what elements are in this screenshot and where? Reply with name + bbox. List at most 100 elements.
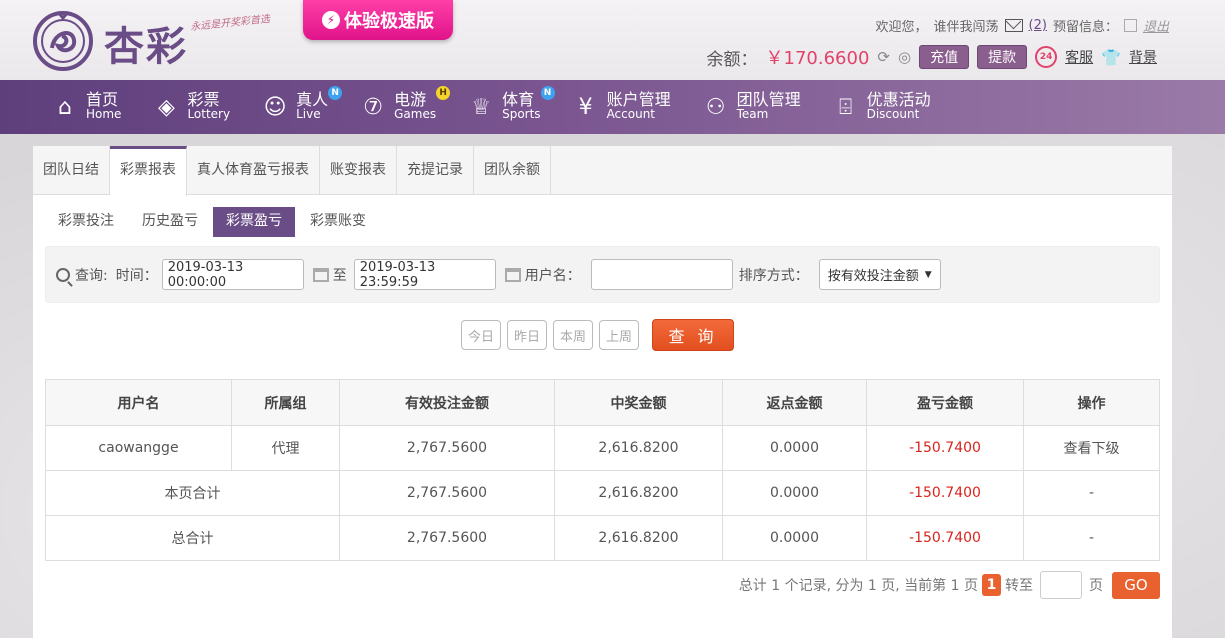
nav-sublabel: Games <box>394 107 437 121</box>
this-week-button[interactable]: 本周 <box>553 320 593 350</box>
subtab-lottery-changes[interactable]: 彩票账变 <box>297 207 379 237</box>
tab-team-daily[interactable]: 团队日结 <box>33 146 110 195</box>
customer-service-link[interactable]: 客服 <box>1065 47 1093 67</box>
logo-slogan: 永远是开奖彩首选 <box>189 13 271 34</box>
nav-item-games[interactable]: ⑦ 电游 Games H <box>360 86 451 122</box>
quick-date-row: 今日 昨日 本周 上周 查 询 <box>461 319 734 351</box>
search-icon <box>56 267 70 282</box>
speed-version-banner[interactable]: ⚡ 体验极速版 <box>303 0 453 40</box>
go-button[interactable]: GO <box>1112 571 1160 599</box>
calendar-icon[interactable] <box>504 267 521 282</box>
tab-balance-change-report[interactable]: 账变报表 <box>320 146 397 195</box>
background-link[interactable]: 背景 <box>1129 47 1157 67</box>
edit-icon[interactable] <box>1123 19 1137 32</box>
nav-label: 体育 <box>502 90 535 109</box>
trophy-icon: ♕ <box>471 94 491 120</box>
page-unit-label: 页 <box>1089 578 1103 594</box>
end-time-input[interactable]: 2019-03-13 23:59:59 <box>353 259 496 290</box>
logout-link[interactable]: 退出 <box>1143 16 1169 35</box>
lightning-icon: ⚡ <box>322 11 340 29</box>
page-total-row: 本页合计 2,767.5600 2,616.8200 0.0000 -150.7… <box>45 470 1160 516</box>
col-header: 操作 <box>1023 379 1160 426</box>
mail-icon[interactable] <box>1004 19 1023 32</box>
username-text: 谁伴我闯荡 <box>933 20 999 35</box>
cell-username: caowangge <box>45 425 232 471</box>
yesterday-button[interactable]: 昨日 <box>507 320 547 350</box>
nav-label: 账户管理 <box>606 90 671 109</box>
refresh-icon[interactable]: ⟳ <box>877 48 890 66</box>
customer-service-icon[interactable]: 24 <box>1035 46 1058 68</box>
nav-item-sports[interactable]: ♕ 体育 Sports N <box>468 86 555 122</box>
last-week-button[interactable]: 上周 <box>599 320 639 350</box>
username-input[interactable] <box>590 259 733 290</box>
team-users-icon: ⚇ <box>705 94 726 120</box>
logo-text[interactable]: 杏彩 <box>104 14 188 72</box>
subtab-lottery-profit[interactable]: 彩票盈亏 <box>213 207 295 237</box>
nav-sublabel: Account <box>606 107 656 121</box>
nav-sublabel: Lottery <box>187 107 231 121</box>
start-time-input[interactable]: 2019-03-13 00:00:00 <box>161 259 304 290</box>
user-info-bar: 欢迎您， 谁伴我闯荡 (2) 预留信息： 退出 <box>876 16 1169 35</box>
shirt-icon[interactable]: 👕 <box>1101 48 1121 67</box>
to-label: 至 <box>332 267 347 284</box>
main-nav: ⌂ 首页 Home ◈ 彩票 Lottery ☺ 真人 Live N ⑦ 电游 Game… <box>0 80 1225 134</box>
promo-label: 体验极速版 <box>344 11 434 32</box>
new-badge: N <box>540 86 555 100</box>
dropdown-arrow-icon: ▼ <box>924 269 932 280</box>
current-page[interactable]: 1 <box>982 574 1001 596</box>
lottery-ticket-icon: ◈ <box>157 94 175 120</box>
report-subtabs: 彩票投注 历史盈亏 彩票盈亏 彩票账变 <box>45 207 1172 237</box>
recharge-button[interactable]: 充值 <box>919 45 970 69</box>
cell-bet: 2,767.5600 <box>339 425 555 471</box>
nav-sublabel: Home <box>86 107 122 121</box>
report-tabs: 团队日结 彩票报表 真人体育盈亏报表 账变报表 充提记录 团队余额 <box>33 146 1172 196</box>
nav-item-account[interactable]: ¥ 账户管理 Account <box>573 92 671 122</box>
grand-total-row: 总合计 2,767.5600 2,616.8200 0.0000 -150.74… <box>45 515 1160 561</box>
subtab-history-profit[interactable]: 历史盈亏 <box>129 207 211 237</box>
profit-table: 用户名 所属组 有效投注金额 中奖金额 返点金额 盈亏金额 操作 caowang… <box>45 379 1160 561</box>
dealer-icon: ☺ <box>263 94 287 120</box>
cell-rebate: 0.0000 <box>722 470 867 516</box>
mail-count[interactable]: (2) <box>1029 18 1047 33</box>
query-label: 查询: <box>75 267 108 284</box>
tab-team-balance[interactable]: 团队余额 <box>474 146 551 195</box>
cell-label: 总合计 <box>45 515 340 561</box>
page-number-input[interactable] <box>1040 571 1082 599</box>
hide-eye-icon[interactable]: ◎ <box>898 48 911 66</box>
withdraw-button[interactable]: 提款 <box>977 45 1028 69</box>
nav-item-lottery[interactable]: ◈ 彩票 Lottery <box>153 92 230 122</box>
cell-bet: 2,767.5600 <box>339 470 555 516</box>
time-label: 时间： <box>115 267 158 284</box>
col-header: 有效投注金额 <box>339 379 555 426</box>
tab-lottery-report[interactable]: 彩票报表 <box>110 146 187 196</box>
report-panel: 团队日结 彩票报表 真人体育盈亏报表 账变报表 充提记录 团队余额 彩票投注 历… <box>33 146 1172 638</box>
nav-item-discount[interactable]: ⌹ 优惠活动 Discount <box>833 92 931 122</box>
sort-select[interactable]: 按有效投注金额 ▼ <box>818 259 941 290</box>
table-row: caowangge 代理 2,767.5600 2,616.8200 0.000… <box>45 425 1160 471</box>
nav-item-team[interactable]: ⚇ 团队管理 Team <box>703 92 801 122</box>
logo-emblem-icon[interactable] <box>32 8 94 72</box>
today-button[interactable]: 今日 <box>461 320 501 350</box>
yen-coin-icon: ¥ <box>578 94 593 120</box>
cell-win: 2,616.8200 <box>554 515 723 561</box>
cell-label: 本页合计 <box>45 470 340 516</box>
query-form: 查询: 时间： 2019-03-13 00:00:00 至 2019-03-13… <box>45 246 1160 303</box>
tab-live-sports-report[interactable]: 真人体育盈亏报表 <box>187 146 320 195</box>
goto-label: 转至 <box>1005 578 1033 594</box>
subtab-lottery-bets[interactable]: 彩票投注 <box>45 207 127 237</box>
pager-summary: 总计 1 个记录, 分为 1 页, 当前第 1 页 <box>738 578 978 594</box>
nav-item-home[interactable]: ⌂ 首页 Home <box>52 92 121 122</box>
cell-win: 2,616.8200 <box>554 425 723 471</box>
home-icon: ⌂ <box>58 94 72 120</box>
search-button[interactable]: 查 询 <box>652 319 734 351</box>
cell-profit: -150.7400 <box>866 515 1024 561</box>
view-subordinates-link[interactable]: 查看下级 <box>1023 425 1160 471</box>
cell-action: - <box>1023 470 1160 516</box>
username-label: 用户名： <box>524 267 581 284</box>
welcome-text: 欢迎您， <box>875 20 928 35</box>
calendar-icon[interactable] <box>312 267 329 282</box>
nav-label: 真人 <box>296 90 329 109</box>
nav-label: 首页 <box>86 90 119 109</box>
nav-item-live[interactable]: ☺ 真人 Live N <box>262 86 343 122</box>
tab-deposit-withdraw[interactable]: 充提记录 <box>397 146 474 195</box>
